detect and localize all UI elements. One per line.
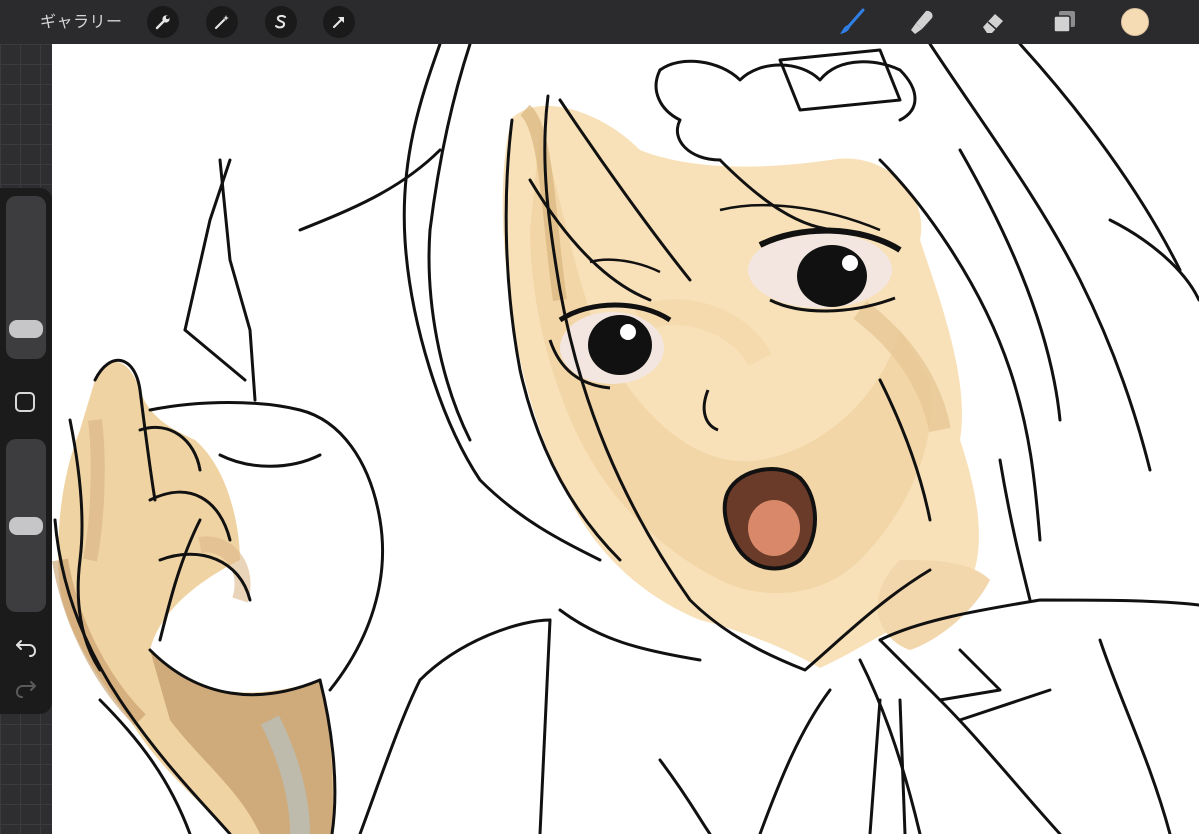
brush-size-slider[interactable] (6, 196, 46, 359)
smudge-tool[interactable] (906, 6, 938, 38)
opacity-handle[interactable] (9, 516, 43, 535)
brush-size-handle[interactable] (9, 319, 43, 338)
redo-icon[interactable] (14, 677, 38, 699)
selection-button[interactable] (265, 6, 297, 38)
gallery-button[interactable]: ギャラリー (40, 11, 123, 33)
eraser-icon (983, 14, 1003, 33)
magic-wand-icon (214, 15, 229, 30)
layers-button[interactable] (1049, 6, 1081, 38)
selection-s-icon (275, 14, 286, 29)
left-sidebar (0, 188, 52, 714)
wrench-icon (155, 15, 170, 30)
brush-icon (840, 8, 865, 34)
top-toolbar: ギャラリー (0, 0, 1199, 44)
adjustments-button[interactable] (206, 6, 238, 38)
drawing-canvas[interactable] (52, 44, 1199, 834)
actions-button[interactable] (147, 6, 179, 38)
undo-icon[interactable] (14, 636, 38, 658)
transform-button[interactable] (323, 6, 355, 38)
smudge-finger-icon (911, 10, 933, 34)
brush-tool[interactable] (836, 6, 868, 38)
layers-icon (1053, 11, 1075, 33)
opacity-slider[interactable] (6, 439, 46, 612)
color-swatch[interactable] (1121, 8, 1149, 36)
eraser-tool[interactable] (977, 6, 1009, 38)
modify-button[interactable] (15, 392, 35, 412)
arrow-cursor-icon (332, 16, 345, 29)
